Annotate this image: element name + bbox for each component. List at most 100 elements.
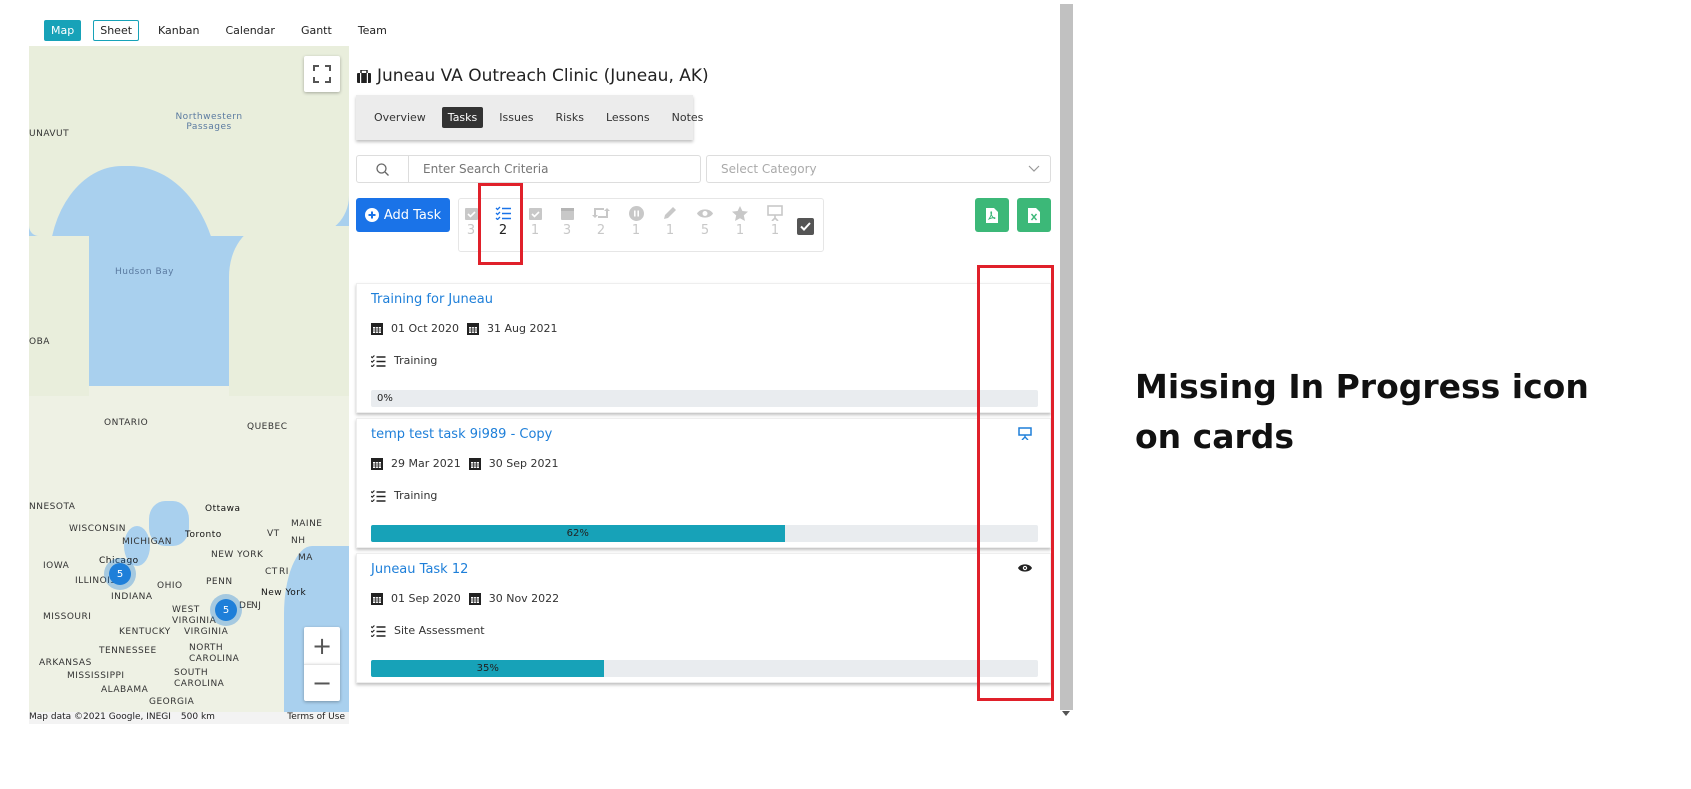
filter-briefings[interactable]: 1 bbox=[760, 199, 790, 253]
list-check-icon bbox=[371, 624, 386, 637]
map-label: WISCONSIN bbox=[69, 524, 126, 534]
map-label: ALABAMA bbox=[101, 685, 149, 695]
tab-tasks[interactable]: Tasks bbox=[441, 107, 484, 128]
tab-sheet[interactable]: Sheet bbox=[93, 20, 140, 41]
filter-important[interactable]: 1 bbox=[725, 199, 755, 253]
tab-lessons[interactable]: Lessons bbox=[600, 107, 656, 128]
category-select-placeholder: Select Category bbox=[721, 162, 817, 176]
filter-planned[interactable]: 1 bbox=[520, 199, 550, 253]
task-progress-fill: 35% bbox=[371, 660, 605, 677]
map-cluster-marker[interactable]: 5 bbox=[109, 563, 131, 585]
tab-notes[interactable]: Notes bbox=[666, 107, 710, 128]
map-label: INDIANA bbox=[111, 592, 153, 602]
fullscreen-button[interactable] bbox=[304, 56, 340, 92]
map-cluster-marker[interactable]: 5 bbox=[215, 599, 237, 621]
map-label: PENN bbox=[206, 577, 233, 587]
map-view[interactable]: Northwestern Passages UNAVUT Hudson Bay … bbox=[29, 46, 349, 712]
list-check-icon bbox=[371, 354, 386, 367]
map-label: MAINE bbox=[291, 519, 323, 529]
task-dates: 01 Sep 2020 30 Nov 2022 bbox=[371, 592, 559, 605]
filter-count: 3 bbox=[466, 223, 476, 238]
task-progress-label: 0% bbox=[377, 393, 393, 404]
filter-count: 1 bbox=[665, 223, 675, 238]
highlight-box bbox=[977, 265, 1054, 701]
tab-kanban[interactable]: Kanban bbox=[151, 20, 206, 41]
annotation-line: on cards bbox=[1135, 417, 1295, 456]
annotation-text: Missing In Progress icon on cards bbox=[1135, 362, 1589, 462]
filter-ongoing[interactable]: 2 bbox=[586, 199, 616, 253]
map-label: KENTUCKY bbox=[119, 627, 171, 637]
map-label: MISSISSIPPI bbox=[67, 671, 125, 681]
add-task-label: Add Task bbox=[383, 207, 442, 223]
tab-risks[interactable]: Risks bbox=[549, 107, 590, 128]
zoom-out-button[interactable]: − bbox=[304, 664, 340, 701]
task-progress-bar: 62% bbox=[371, 525, 1038, 542]
page-title: Juneau VA Outreach Clinic (Juneau, AK) bbox=[357, 66, 709, 86]
tab-issues[interactable]: Issues bbox=[493, 107, 539, 128]
map-terms-link[interactable]: Terms of Use bbox=[287, 712, 345, 724]
search-input[interactable] bbox=[409, 156, 573, 182]
map-label: Ottawa bbox=[205, 504, 241, 514]
zoom-in-button[interactable]: + bbox=[304, 627, 340, 664]
map-label: Northwestern Passages bbox=[175, 112, 243, 132]
map-label: New York bbox=[261, 588, 307, 598]
export-pdf-button[interactable] bbox=[975, 198, 1009, 232]
map-land-east bbox=[229, 226, 349, 396]
map-label: DE bbox=[239, 601, 253, 611]
tab-map[interactable]: Map bbox=[44, 20, 82, 41]
page-title-text: Juneau VA Outreach Clinic (Juneau, AK) bbox=[377, 66, 709, 86]
task-category-label: Site Assessment bbox=[394, 624, 485, 637]
task-start-date: 29 Mar 2021 bbox=[391, 457, 461, 470]
tab-gantt[interactable]: Gantt bbox=[294, 20, 339, 41]
task-start-date: 01 Sep 2020 bbox=[391, 592, 461, 605]
calendar-icon bbox=[468, 458, 481, 470]
filter-on-hold[interactable]: 1 bbox=[621, 199, 651, 253]
task-dates: 29 Mar 2021 30 Sep 2021 bbox=[371, 457, 558, 470]
calendar-icon bbox=[467, 323, 480, 335]
add-task-button[interactable]: Add Task bbox=[356, 198, 450, 232]
fullscreen-icon bbox=[313, 65, 331, 83]
retweet-icon bbox=[592, 203, 610, 223]
page-scrollbar[interactable] bbox=[1060, 4, 1073, 710]
annotation-line: Missing In Progress icon bbox=[1135, 367, 1589, 406]
task-card[interactable]: Juneau Task 12 01 Sep 2020 30 Nov 2022 S… bbox=[356, 553, 1051, 683]
map-label: TENNESSEE bbox=[99, 646, 157, 656]
calendar-icon bbox=[371, 593, 383, 605]
map-label: NH bbox=[291, 536, 306, 546]
map-label: ONTARIO bbox=[104, 418, 149, 428]
map-label: MICHIGAN bbox=[122, 537, 172, 547]
task-title[interactable]: Training for Juneau bbox=[371, 292, 493, 307]
map-label: IOWA bbox=[43, 561, 70, 571]
task-progress-bar: 35% bbox=[371, 660, 1038, 677]
task-category: Training bbox=[371, 354, 437, 367]
scroll-down-arrow[interactable] bbox=[1062, 711, 1070, 716]
tab-team[interactable]: Team bbox=[351, 20, 394, 41]
category-select[interactable]: Select Category bbox=[706, 155, 1051, 183]
filter-overdue[interactable]: 3 bbox=[552, 199, 582, 253]
export-excel-button[interactable] bbox=[1017, 198, 1051, 232]
task-end-date: 30 Nov 2022 bbox=[488, 592, 560, 605]
calendar-icon bbox=[468, 593, 481, 605]
calendar-icon bbox=[371, 323, 383, 335]
calendar-check-icon bbox=[464, 203, 478, 223]
presentation-icon bbox=[767, 203, 783, 223]
toggle-all-checkbox[interactable] bbox=[797, 218, 814, 235]
task-card[interactable]: Training for Juneau 01 Oct 2020 31 Aug 2… bbox=[356, 283, 1051, 413]
tab-overview[interactable]: Overview bbox=[368, 107, 432, 128]
map-label: VIRGINIA bbox=[184, 627, 229, 637]
task-dates: 01 Oct 2020 31 Aug 2021 bbox=[371, 322, 557, 335]
task-card[interactable]: temp test task 9i989 - Copy 29 Mar 2021 … bbox=[356, 418, 1051, 548]
tab-calendar[interactable]: Calendar bbox=[218, 20, 281, 41]
filter-count: 5 bbox=[700, 223, 710, 238]
task-title[interactable]: Juneau Task 12 bbox=[371, 562, 468, 577]
map-label: QUEBEC bbox=[247, 422, 288, 432]
filter-draft[interactable]: 1 bbox=[655, 199, 685, 253]
filter-watched[interactable]: 5 bbox=[690, 199, 720, 253]
chevron-down-icon bbox=[1028, 165, 1040, 172]
map-label: SOUTH CAROLINA bbox=[174, 668, 225, 689]
map-label: ARKANSAS bbox=[39, 658, 92, 668]
detail-tabs: Overview Tasks Issues Risks Lessons Note… bbox=[356, 95, 703, 140]
file-excel-icon bbox=[1028, 207, 1040, 223]
task-title[interactable]: temp test task 9i989 - Copy bbox=[371, 427, 552, 442]
map-label: OHIO bbox=[157, 581, 183, 591]
